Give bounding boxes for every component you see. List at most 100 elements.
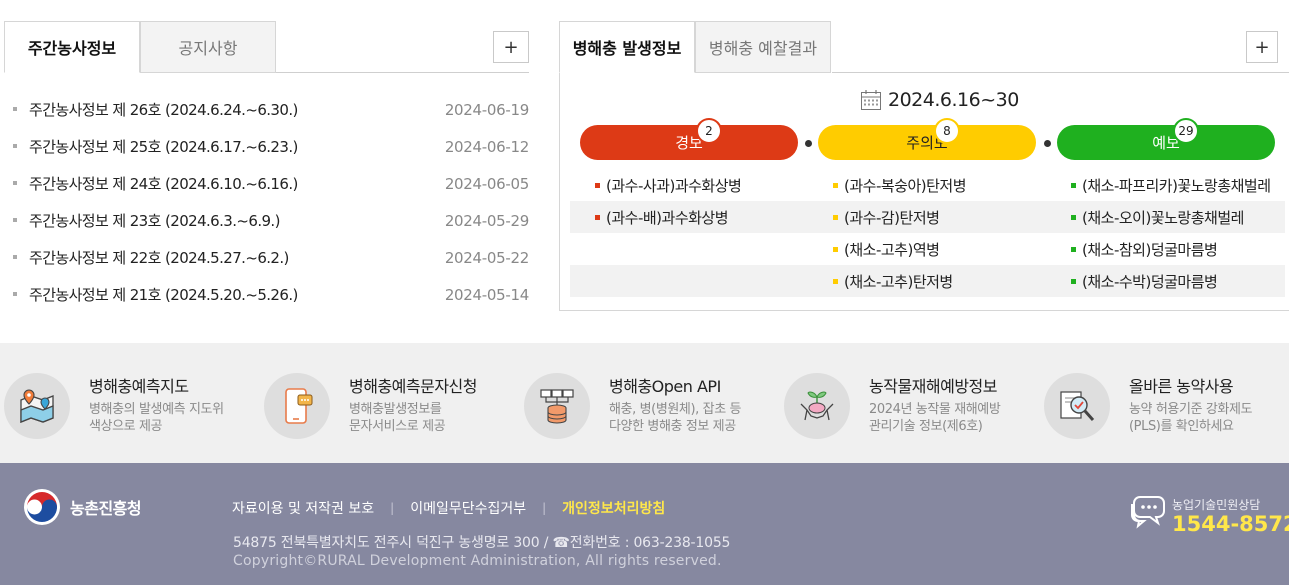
pest-row: (과수-사과)과수화상병 (과수-복숭아)탄저병 (채소-파프리카)꽃노랑총채벌… (570, 169, 1285, 201)
service-description: 2024년 농작물 재해예방 관리기술 정보(제6호) (869, 402, 1001, 434)
pest-name: (과수-복숭아)탄저병 (844, 176, 967, 195)
forecast-pest-item[interactable]: (채소-참외)덩굴마름병 (1071, 233, 1218, 265)
tab-notices[interactable]: 공지사항 (140, 21, 276, 73)
pest-row: (채소-고추)탄저병 (채소-수박)덩굴마름병 (570, 265, 1285, 297)
consultation-phone[interactable]: 1544-8572 (1172, 512, 1289, 536)
site-footer: 농촌진흥청 자료이용 및 저작권 보호 | 이메일무단수집거부 | 개인정보처리… (0, 463, 1289, 585)
pest-name: (채소-고추)탄저병 (844, 272, 953, 291)
database-icon (524, 373, 590, 439)
news-title[interactable]: 주간농사정보 제 21호 (2024.5.20.~5.26.) (29, 284, 298, 305)
news-list-item[interactable]: 주간농사정보 제 21호 (2024.5.20.~5.26.) 2024-05-1… (4, 276, 529, 313)
forecast-level-button[interactable]: 예보 29 (1057, 118, 1275, 160)
warning-count-badge: 2 (696, 118, 722, 144)
forecast-count-badge: 29 (1173, 118, 1199, 144)
pest-tab-bar: 병해충 발생정보 병해충 예찰결과 + (559, 21, 1289, 73)
caution-square-icon (833, 182, 838, 188)
footer-separator: | (542, 501, 547, 515)
news-tab-bar: 주간농사정보 공지사항 + (4, 21, 529, 73)
warning-square-icon (595, 214, 600, 220)
service-title: 올바른 농약사용 (1129, 377, 1234, 396)
forecast-pest-item[interactable]: (채소-파프리카)꽃노랑총채벌레 (1071, 169, 1271, 201)
warning-pest-item[interactable]: (과수-배)과수화상병 (595, 201, 729, 233)
pest-name: (채소-오이)꽃노랑총채벌레 (1082, 208, 1244, 227)
forecast-pest-item[interactable]: (채소-오이)꽃노랑총채벌레 (1071, 201, 1244, 233)
pest-name: (채소-고추)역병 (844, 240, 940, 259)
caution-square-icon (833, 278, 838, 284)
news-list-item[interactable]: 주간농사정보 제 23호 (2024.6.3.~6.9.) 2024-05-29 (4, 202, 529, 239)
pest-name: (과수-감)탄저병 (844, 208, 940, 227)
news-date: 2024-05-14 (444, 285, 529, 304)
caution-pest-item[interactable]: (과수-복숭아)탄저병 (833, 169, 967, 201)
pest-name: (과수-사과)과수화상병 (606, 176, 742, 195)
news-date: 2024-06-19 (444, 100, 529, 119)
warning-pest-item[interactable]: (과수-사과)과수화상병 (595, 169, 742, 201)
pest-more-button[interactable]: + (1246, 31, 1278, 63)
chat-bubble-icon (1131, 496, 1165, 529)
pest-panel: 병해충 발생정보 병해충 예찰결과 + 2024.6.16~30 경보 2 주의… (559, 21, 1289, 311)
rda-logo[interactable]: 농촌진흥청 (24, 489, 142, 525)
news-title[interactable]: 주간농사정보 제 25호 (2024.6.17.~6.23.) (29, 136, 298, 157)
caution-pest-item[interactable]: (과수-감)탄저병 (833, 201, 940, 233)
news-list-item[interactable]: 주간농사정보 제 22호 (2024.5.27.~6.2.) 2024-05-22 (4, 239, 529, 276)
magnifier-check-icon (1044, 373, 1110, 439)
map-pin-icon (4, 373, 70, 439)
news-title[interactable]: 주간농사정보 제 24호 (2024.6.10.~6.16.) (29, 173, 298, 194)
news-panel: 주간농사정보 공지사항 + 주간농사정보 제 26호 (2024.6.24.~6… (4, 21, 529, 313)
news-list-item[interactable]: 주간농사정보 제 25호 (2024.6.17.~6.23.) 2024-06-1… (4, 128, 529, 165)
footer-link-copyright[interactable]: 자료이용 및 저작권 보호 (232, 498, 374, 518)
service-links: 병해충예측지도 병해충의 발생예측 지도위 색상으로 제공 병해충예측문자신청 병… (0, 343, 1289, 463)
pest-row: (과수-배)과수화상병 (과수-감)탄저병 (채소-오이)꽃노랑총채벌레 (570, 201, 1285, 233)
caution-square-icon (833, 214, 838, 220)
consultation-contact: 농업기술민원상담 1544-8572 (1126, 493, 1289, 536)
bullet-icon (13, 181, 17, 185)
footer-links: 자료이용 및 저작권 보호 | 이메일무단수집거부 | 개인정보처리방침 (232, 498, 665, 518)
news-title[interactable]: 주간농사정보 제 26호 (2024.6.24.~6.30.) (29, 99, 298, 120)
footer-link-privacy-policy[interactable]: 개인정보처리방침 (562, 498, 665, 518)
forecast-square-icon (1071, 278, 1076, 284)
forecast-square-icon (1071, 246, 1076, 252)
pest-name: (채소-수박)덩굴마름병 (1082, 272, 1218, 291)
news-date: 2024-06-12 (444, 137, 529, 156)
news-date: 2024-05-29 (444, 211, 529, 230)
tab-pest-occurrence[interactable]: 병해충 발생정보 (559, 21, 695, 73)
forecast-square-icon (1071, 182, 1076, 188)
warning-level-button[interactable]: 경보 2 (580, 118, 798, 160)
sprout-hands-icon (784, 373, 850, 439)
forecast-pest-item[interactable]: (채소-수박)덩굴마름병 (1071, 265, 1218, 297)
service-description: 병해충발생정보를 문자서비스로 제공 (349, 402, 446, 434)
page: 주간농사정보 공지사항 + 주간농사정보 제 26호 (2024.6.24.~6… (0, 0, 1289, 585)
service-title: 병해충예측문자신청 (349, 377, 477, 396)
forecast-square-icon (1071, 214, 1076, 220)
news-date: 2024-05-22 (444, 248, 529, 267)
caution-pest-item[interactable]: (채소-고추)탄저병 (833, 265, 953, 297)
news-title[interactable]: 주간농사정보 제 22호 (2024.5.27.~6.2.) (29, 247, 289, 268)
news-list: 주간농사정보 제 26호 (2024.6.24.~6.30.) 2024-06-1… (4, 91, 529, 313)
caution-count-badge: 8 (934, 118, 960, 144)
level-separator-dot (1044, 140, 1051, 147)
service-title: 병해충예측지도 (89, 377, 189, 396)
footer-address: 54875 전북특별자치도 전주시 덕진구 농생명로 300 / ☎전화번호 :… (233, 535, 731, 551)
consultation-label: 농업기술민원상담 (1172, 498, 1261, 512)
news-title[interactable]: 주간농사정보 제 23호 (2024.6.3.~6.9.) (29, 210, 280, 231)
bullet-icon (13, 144, 17, 148)
tab-pest-survey-results[interactable]: 병해충 예찰결과 (695, 21, 831, 73)
logo-text: 농촌진흥청 (70, 499, 142, 518)
bullet-icon (13, 292, 17, 296)
pest-row: (채소-고추)역병 (채소-참외)덩굴마름병 (570, 233, 1285, 265)
pest-name: (채소-참외)덩굴마름병 (1082, 240, 1218, 259)
news-list-item[interactable]: 주간농사정보 제 24호 (2024.6.10.~6.16.) 2024-06-0… (4, 165, 529, 202)
tab-weekly-farming-info[interactable]: 주간농사정보 (4, 21, 140, 73)
rda-emblem-icon (24, 489, 60, 525)
pest-period: 2024.6.16~30 (860, 89, 1019, 111)
caution-pest-item[interactable]: (채소-고추)역병 (833, 233, 940, 265)
caution-level-button[interactable]: 주의보 8 (818, 118, 1036, 160)
service-description: 해충, 병(병원체), 잡초 등 다양한 병해충 정보 제공 (609, 402, 742, 434)
footer-separator: | (390, 501, 395, 515)
service-title: 병해충Open API (609, 377, 721, 396)
pest-name: (채소-파프리카)꽃노랑총채벌레 (1082, 176, 1271, 195)
news-list-item[interactable]: 주간농사정보 제 26호 (2024.6.24.~6.30.) 2024-06-1… (4, 91, 529, 128)
service-description: 병해충의 발생예측 지도위 색상으로 제공 (89, 402, 224, 434)
news-more-button[interactable]: + (493, 31, 529, 63)
bullet-icon (13, 107, 17, 111)
footer-link-email-refusal[interactable]: 이메일무단수집거부 (410, 498, 526, 518)
